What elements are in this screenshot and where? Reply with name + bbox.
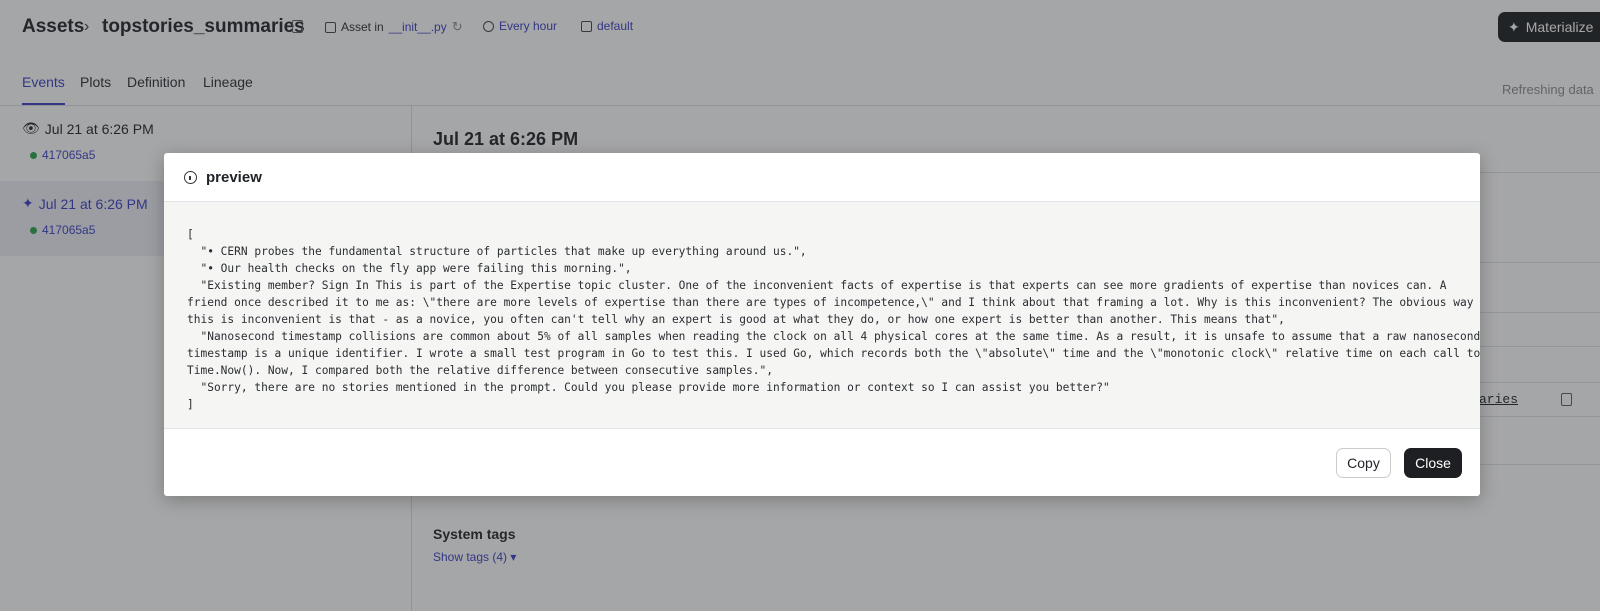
close-button[interactable]: Close — [1404, 448, 1462, 478]
code-line: ] — [187, 398, 194, 411]
code-line: "• CERN probes the fundamental structure… — [187, 245, 807, 258]
code-line: "Nanosecond timestamp collisions are com… — [187, 330, 1480, 343]
code-line: "Existing member? Sign In This is part o… — [187, 279, 1447, 292]
preview-content: [ "• CERN probes the fundamental structu… — [164, 202, 1480, 429]
dialog-footer: Copy Close — [164, 429, 1480, 496]
dialog-header: preview — [164, 153, 1480, 202]
copy-button[interactable]: Copy — [1336, 448, 1391, 478]
code-line: this is inconvenient is that - as a novi… — [187, 313, 1285, 326]
preview-dialog: preview [ "• CERN probes the fundamental… — [164, 153, 1480, 496]
code-line: Time.Now(). Now, I compared both the rel… — [187, 364, 773, 377]
code-line: [ — [187, 228, 194, 241]
code-line: "• Our health checks on the fly app were… — [187, 262, 632, 275]
code-line: friend once described it to me as: \"the… — [187, 296, 1474, 309]
info-icon — [184, 170, 197, 184]
code-line: "Sorry, there are no stories mentioned i… — [187, 381, 1110, 394]
dialog-title: preview — [206, 168, 262, 186]
code-line: timestamp is a unique identifier. I wrot… — [187, 347, 1480, 360]
